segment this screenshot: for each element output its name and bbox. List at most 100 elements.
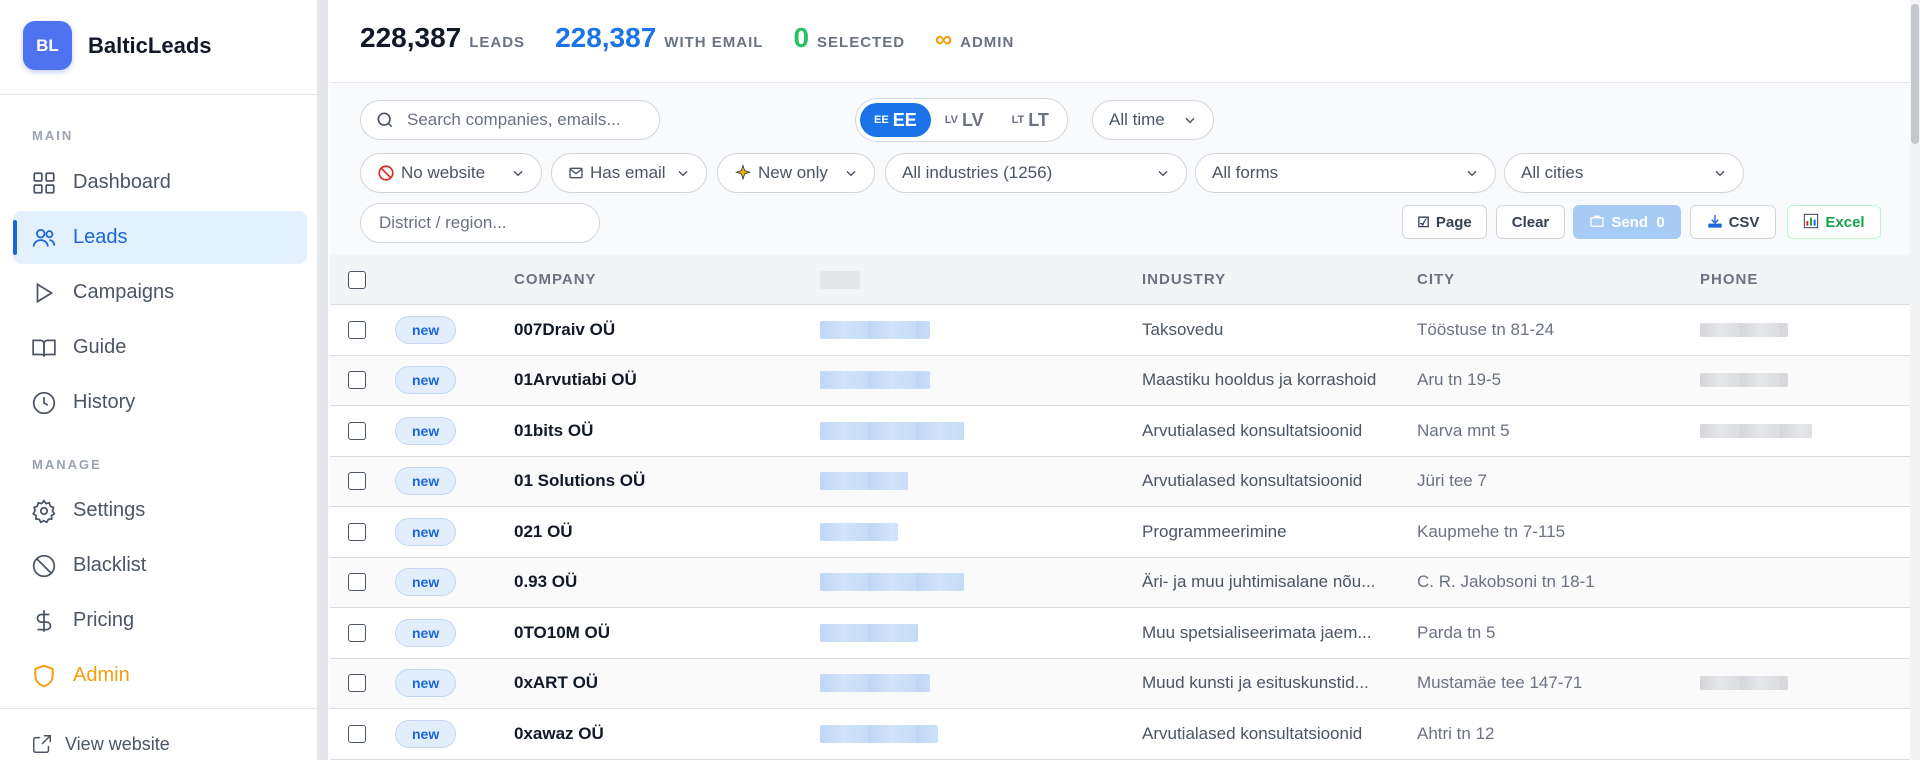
city-address: Tööstuse tn 81-24 [1417, 319, 1555, 339]
row-checkbox[interactable] [348, 522, 366, 541]
redacted-email [820, 472, 908, 491]
column-industry[interactable]: INDUSTRY [1142, 255, 1392, 304]
city-address: Parda tn 5 [1417, 622, 1496, 642]
status-badge: new [395, 467, 457, 496]
table-row[interactable]: new 0TO10M OÜ Muu spetsialiseerimata jaem.… [330, 608, 1910, 659]
company-name: 01 Solutions OÜ [514, 471, 646, 491]
ban-icon [31, 553, 57, 579]
row-select-cell [348, 558, 378, 608]
industry-name: Taksovedu [1142, 319, 1224, 339]
company-name: 007Draiv OÜ [514, 319, 616, 339]
email-redacted [820, 608, 1020, 658]
phone-redacted [1700, 659, 1860, 709]
column-phone[interactable]: PHONE [1700, 255, 1860, 304]
industry-filter-value: All industries (1256) [902, 163, 1053, 182]
with-email-count: 228,387 [555, 22, 657, 53]
page-scrollbar-thumb[interactable] [1911, 4, 1919, 144]
status-badge: new [395, 719, 457, 748]
email-filter-value: Has email [590, 163, 666, 182]
table-body: new 007Draiv OÜ Taksovedu Tööstuse tn 81-24… [330, 305, 1910, 760]
send-button[interactable]: Send 0 [1573, 205, 1681, 239]
sidebar-section-main: MAIN [32, 128, 74, 143]
sidebar-item-blacklist[interactable]: Blacklist [13, 539, 307, 592]
clear-button[interactable]: Clear [1496, 205, 1565, 239]
row-select-cell [348, 507, 378, 557]
row-badge-cell: new [395, 457, 475, 507]
row-checkbox[interactable] [348, 724, 366, 743]
form-filter-select[interactable]: All forms [1195, 153, 1496, 193]
view-website-link[interactable]: View website [31, 733, 170, 755]
sidebar-item-label: Settings [73, 499, 146, 521]
district-input[interactable] [360, 203, 600, 243]
column-city[interactable]: CITY [1417, 255, 1657, 304]
row-checkbox[interactable] [348, 623, 366, 642]
sidebar-scrollbar[interactable] [318, 0, 328, 760]
sidebar-divider [0, 708, 318, 709]
website-filter-select[interactable]: No website [360, 153, 542, 193]
country-ee-button[interactable]: EE EE [860, 103, 931, 137]
industry-name: Maastiku hooldus ja korrashoid [1142, 370, 1377, 390]
table-row[interactable]: new 021 OÜ Programmeerimine Kaupmehe tn 7-1… [330, 507, 1910, 558]
table-row[interactable]: new 0xawaz OÜ Arvutialased konsultatsiooni… [330, 709, 1910, 760]
country-lv-button[interactable]: LV LV [931, 103, 998, 137]
book-icon [31, 335, 57, 361]
phone-redacted [1700, 608, 1860, 658]
sidebar-item-pricing[interactable]: Pricing [13, 594, 307, 647]
row-checkbox[interactable] [348, 674, 366, 693]
company-name: 0.93 OÜ [514, 572, 578, 592]
time-filter-select[interactable]: All time [1092, 100, 1214, 140]
newness-filter-value: New only [758, 163, 828, 182]
sidebar-item-admin[interactable]: Admin [13, 649, 307, 702]
row-checkbox[interactable] [348, 371, 366, 390]
bar-chart-icon [1803, 213, 1819, 232]
admin-credits: ∞ [935, 26, 953, 53]
table-row[interactable]: new 01 Solutions OÜ Arvutialased konsultat… [330, 456, 1910, 507]
search-box[interactable] [360, 100, 660, 140]
sidebar-item-label: Leads [73, 226, 128, 248]
view-website-label: View website [65, 733, 170, 754]
chevron-down-icon [1467, 170, 1477, 177]
send-count: 0 [1656, 213, 1665, 231]
email-redacted [820, 457, 1020, 507]
city-filter-select[interactable]: All cities [1504, 153, 1744, 193]
row-select-cell [348, 356, 378, 406]
search-input[interactable] [407, 110, 647, 130]
country-ee-label: EE [892, 109, 917, 130]
industry-name: Muud kunsti ja esituskunstid... [1142, 673, 1369, 693]
table-row[interactable]: new 007Draiv OÜ Taksovedu Tööstuse tn 81-24 [330, 305, 1910, 356]
row-checkbox[interactable] [348, 472, 366, 491]
industry-filter-select[interactable]: All industries (1256) [885, 153, 1187, 193]
table-row[interactable]: new 0xART OÜ Muud kunsti ja esituskunstid.… [330, 658, 1910, 709]
email-filter-select[interactable]: Has email [551, 153, 707, 193]
redacted-phone [1700, 423, 1812, 438]
row-checkbox[interactable] [348, 421, 366, 440]
sidebar-item-leads[interactable]: Leads [13, 211, 307, 264]
company-name: 021 OÜ [514, 521, 573, 541]
company-name: 01bits OÜ [514, 420, 594, 440]
row-badge-cell: new [395, 356, 475, 406]
table-row[interactable]: new 01bits OÜ Arvutialased konsultatsiooni… [330, 406, 1910, 457]
industry-name: Äri- ja muu juhtimisalane nõu... [1142, 572, 1376, 592]
sidebar: BL BalticLeads MAIN Dashboard Leads Camp… [0, 0, 318, 760]
sidebar-item-campaigns[interactable]: Campaigns [13, 266, 307, 319]
column-company[interactable]: COMPANY [514, 255, 744, 304]
select-page-button[interactable]: ☑ Page [1402, 205, 1487, 239]
csv-export-button[interactable]: CSV [1690, 205, 1776, 239]
status-badge: new [395, 618, 457, 647]
status-badge: new [395, 568, 457, 597]
country-lt-button[interactable]: LT LT [998, 103, 1063, 137]
row-select-cell [348, 406, 378, 456]
industry-name: Programmeerimine [1142, 521, 1287, 541]
brand[interactable]: BL BalticLeads [23, 21, 212, 70]
sidebar-item-guide[interactable]: Guide [13, 321, 307, 374]
row-checkbox[interactable] [348, 573, 366, 592]
select-all-checkbox[interactable] [348, 270, 366, 289]
row-checkbox[interactable] [348, 320, 366, 339]
table-row[interactable]: new 0.93 OÜ Äri- ja muu juhtimisalane nõu.… [330, 557, 1910, 608]
newness-filter-select[interactable]: New only [717, 153, 875, 193]
table-row[interactable]: new 01Arvutiabi OÜ Maastiku hooldus ja kor… [330, 355, 1910, 406]
excel-export-button[interactable]: Excel [1787, 205, 1881, 239]
sidebar-item-dashboard[interactable]: Dashboard [13, 156, 307, 209]
sidebar-item-settings[interactable]: Settings [13, 484, 307, 537]
sidebar-item-history[interactable]: History [13, 376, 307, 429]
